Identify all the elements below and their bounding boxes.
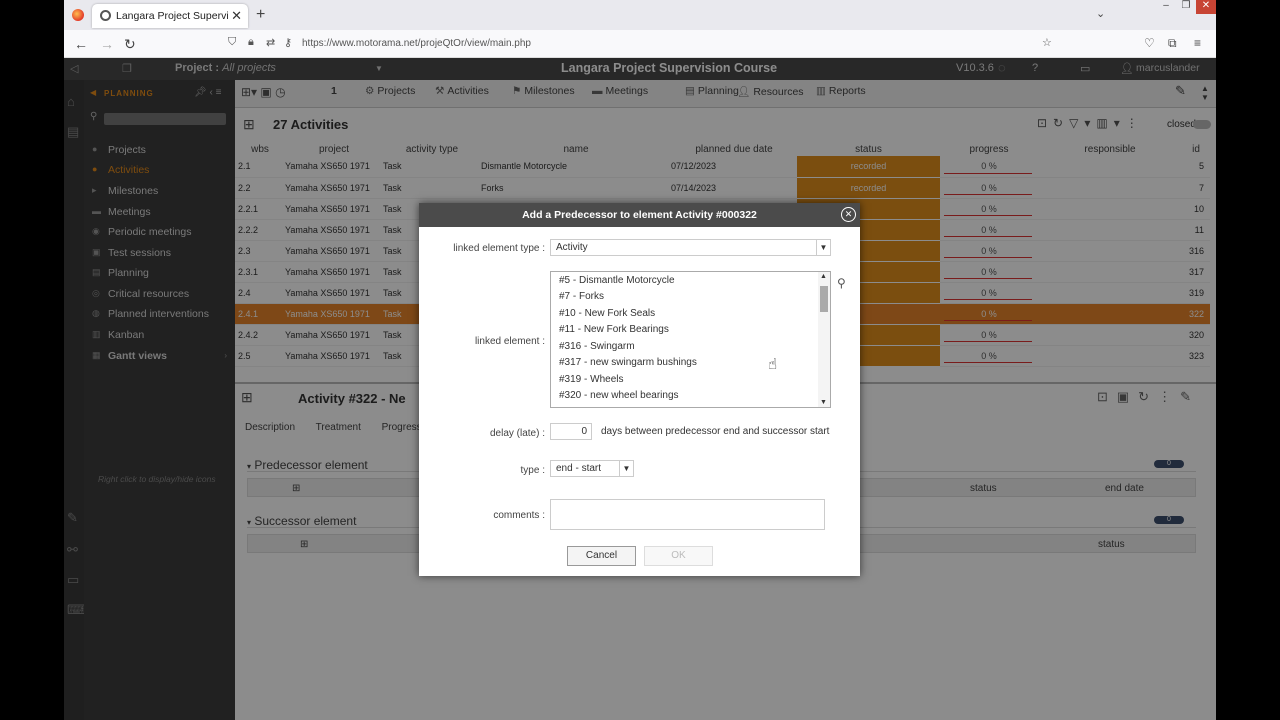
- browser-tab[interactable]: Langara Project Supervision Co ✕: [92, 4, 248, 28]
- dialog-title: Add a Predecessor to element Activity #0…: [522, 209, 757, 221]
- add-predecessor-dialog: Add a Predecessor to element Activity #0…: [419, 203, 860, 576]
- forward-icon[interactable]: →: [100, 36, 114, 52]
- list-item[interactable]: #11 - New Fork Bearings: [559, 324, 669, 335]
- lock-icon: 🔒︎: [248, 36, 254, 48]
- list-scrollbar[interactable]: ▲ ▼: [818, 272, 830, 407]
- delay-input[interactable]: 0: [550, 423, 592, 440]
- delay-hint: days between predecessor end and success…: [601, 426, 830, 437]
- menu-icon[interactable]: ≡: [1194, 36, 1201, 50]
- nav-bar: ← → ↻ ⛉ 🔒︎ ⇄ ⚷ https://www.motorama.net/…: [64, 30, 1216, 58]
- list-item[interactable]: #317 - new swingarm bushings: [559, 357, 697, 368]
- restore-icon[interactable]: ❐: [1176, 0, 1196, 14]
- pocket-icon[interactable]: ♡: [1144, 36, 1155, 50]
- browser-window: Langara Project Supervision Co ✕ + ⌄ – ❐…: [64, 0, 1216, 720]
- window-controls: – ❐ ✕: [1156, 0, 1216, 14]
- address-bar[interactable]: ⛉ 🔒︎ ⇄ ⚷ https://www.motorama.net/projeQ…: [222, 34, 1062, 54]
- kind-label: type :: [520, 465, 545, 476]
- list-item[interactable]: #320 - new wheel bearings: [559, 390, 679, 401]
- list-item[interactable]: #10 - New Fork Seals: [559, 308, 655, 319]
- tab-title: Langara Project Supervision Co: [116, 10, 228, 22]
- list-tabs-icon[interactable]: ⌄: [1096, 7, 1105, 20]
- scroll-up-icon[interactable]: ▲: [820, 273, 827, 280]
- firefox-icon: [72, 9, 84, 21]
- list-item[interactable]: #319 - Wheels: [559, 374, 623, 385]
- chevron-down-icon: ▼: [816, 240, 830, 255]
- linked-element-list[interactable]: #5 - Dismantle Motorcycle #7 - Forks #10…: [550, 271, 831, 408]
- tab-favicon-icon: [100, 10, 111, 21]
- linked-element-label: linked element :: [474, 336, 545, 347]
- comments-field[interactable]: [550, 499, 825, 530]
- scroll-down-icon[interactable]: ▼: [820, 399, 827, 406]
- chevron-down-icon: ▼: [619, 461, 633, 476]
- scroll-thumb[interactable]: [820, 286, 828, 312]
- list-item[interactable]: #316 - Swingarm: [559, 341, 635, 352]
- url-text: https://www.motorama.net/projeQtOr/view/…: [302, 38, 531, 49]
- comments-label: comments :: [493, 510, 545, 521]
- back-icon[interactable]: ←: [74, 36, 88, 52]
- cancel-button[interactable]: Cancel: [567, 546, 636, 566]
- dependency-type-select[interactable]: end - start ▼: [550, 460, 634, 477]
- linked-type-select[interactable]: Activity ▼: [550, 239, 831, 256]
- dialog-header: Add a Predecessor to element Activity #0…: [419, 203, 860, 227]
- permissions-icon: ⇄: [266, 37, 276, 49]
- linked-type-value: Activity: [556, 242, 588, 253]
- list-item[interactable]: #7 - Forks: [559, 291, 604, 302]
- window-close-icon[interactable]: ✕: [1196, 0, 1216, 14]
- key-icon: ⚷: [284, 37, 293, 49]
- new-tab-icon[interactable]: +: [256, 6, 265, 24]
- hand-cursor-icon: ☝︎: [768, 356, 778, 373]
- reload-icon[interactable]: ↻: [124, 36, 136, 53]
- list-item[interactable]: #5 - Dismantle Motorcycle: [559, 275, 675, 286]
- extensions-icon[interactable]: ⧉: [1168, 36, 1177, 51]
- search-icon[interactable]: ⚲: [837, 276, 846, 290]
- dependency-type-value: end - start: [556, 463, 602, 474]
- ok-button[interactable]: OK: [644, 546, 713, 566]
- minimize-icon[interactable]: –: [1156, 0, 1176, 14]
- tab-close-icon[interactable]: ✕: [231, 8, 242, 24]
- delay-label: delay (late) :: [489, 428, 545, 439]
- linked-type-label: linked element type :: [453, 243, 545, 254]
- shield-icon: ⛉: [228, 36, 237, 48]
- tab-bar: Langara Project Supervision Co ✕ + ⌄ – ❐…: [64, 0, 1216, 30]
- bookmark-star-icon[interactable]: ☆: [1042, 36, 1052, 49]
- dialog-close-icon[interactable]: ✕: [841, 207, 856, 222]
